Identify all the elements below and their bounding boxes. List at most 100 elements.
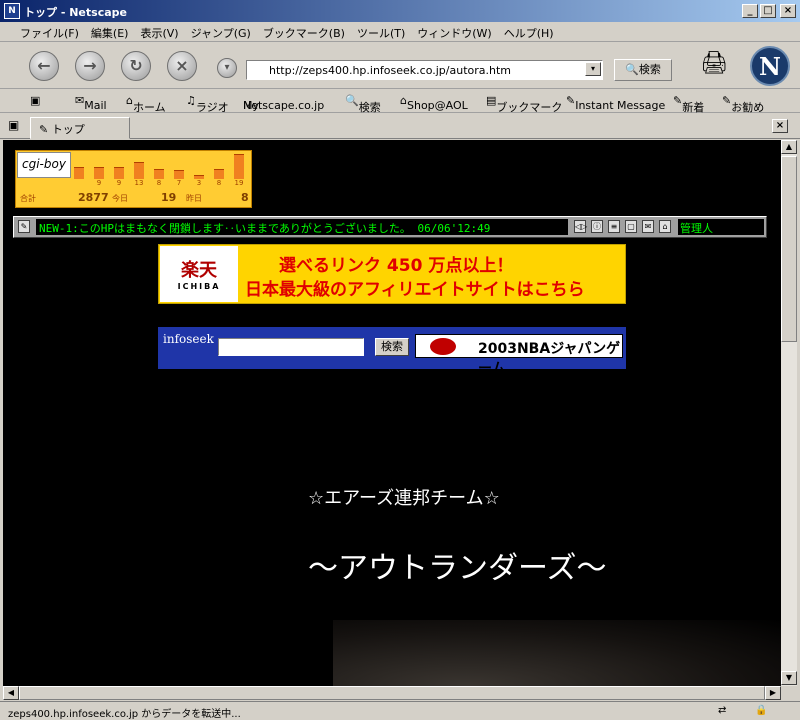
ticker-mail-icon[interactable]: ✉	[642, 220, 654, 233]
counter-yesterday-label: 昨日	[186, 194, 202, 203]
window-title: トップ - Netscape	[24, 6, 127, 19]
vertical-scroll-thumb[interactable]	[781, 156, 797, 342]
title-bar[interactable]: N トップ - Netscape _ □ ×	[0, 0, 800, 22]
scroll-up-button[interactable]: ▲	[781, 140, 797, 154]
scroll-left-button[interactable]: ◀	[3, 686, 19, 700]
counter-bar	[134, 162, 144, 179]
tab-top[interactable]: ✎ トップ	[30, 117, 130, 139]
minimize-button[interactable]: _	[742, 4, 758, 18]
ticker-text: NEW-1:このHPはまもなく閉鎖します‥いままでありがとうございました。 06…	[36, 219, 568, 235]
maximize-button[interactable]: □	[760, 4, 776, 18]
reload-button[interactable]: ↻	[121, 51, 151, 81]
ticker-home-icon[interactable]: ⌂	[659, 220, 671, 233]
counter-bar	[214, 169, 224, 179]
menu-help[interactable]: ヘルプ(H)	[504, 25, 554, 41]
scroll-right-button[interactable]: ▶	[765, 686, 781, 700]
scroll-down-button[interactable]: ▼	[781, 671, 797, 685]
search-button[interactable]: 🔍検索	[614, 59, 672, 81]
netscape-app-icon: N	[4, 3, 20, 19]
status-bar: zeps400.hp.infoseek.co.jp からデータを転送中... ⇄…	[0, 701, 800, 720]
horizontal-scrollbar[interactable]: ◀ ▶	[3, 686, 781, 700]
tab-bar: ▣ ✎ トップ ×	[0, 114, 800, 139]
counter-bar	[74, 167, 84, 179]
counter-bar-label: 19	[234, 179, 244, 187]
forward-button[interactable]: →	[75, 51, 105, 81]
nba-japan-game-banner[interactable]: 2003NBAジャパンゲーム	[415, 334, 623, 377]
bookmark-shop-aol[interactable]: ⌂ Shop@AOL	[400, 94, 468, 112]
bookmark-new[interactable]: ✎ 新着	[673, 94, 704, 114]
bookmark-radio[interactable]: ♫ ラジオ	[186, 94, 229, 114]
infoseek-search-button[interactable]: 検索	[375, 338, 409, 356]
ticker-arrows-icon[interactable]: ◁▷	[574, 220, 587, 233]
rakuten-line2: 日本最大級のアフィリエイトサイトはこちら	[245, 280, 585, 300]
rakuten-banner[interactable]: 楽天 ICHIBA 選べるリンク 450 万点以上！ 日本最大級のアフィリエイトサ…	[158, 244, 626, 304]
bookmark-search[interactable]: 🔍 検索	[345, 94, 381, 114]
access-counter: cgi-boy 9 9 13 8 7 3 8 19 合計 2877 今日 19 昨日 8	[15, 150, 252, 208]
infoseek-search-box: infoseek 検索 2003NBAジャパンゲーム	[158, 327, 626, 377]
bookmark-bookmarks[interactable]: ▤ ブックマーク	[486, 94, 562, 114]
counter-bar-label: 3	[196, 179, 202, 187]
team-heading: ☆エアーズ連邦チーム☆	[308, 488, 500, 509]
counter-bar	[94, 167, 104, 179]
status-text: zeps400.hp.infoseek.co.jp からデータを転送中...	[8, 709, 241, 720]
url-dropdown-button[interactable]: ▾	[585, 62, 601, 76]
horizontal-scroll-thumb[interactable]	[19, 686, 765, 700]
sidebar-toggle-icon[interactable]: ▣	[30, 94, 40, 107]
ticker-list-icon[interactable]: ≡	[608, 220, 620, 233]
menu-bar: ファイル(F) 編集(E) 表示(V) ジャンプ(G) ブックマーク(B) ツール(T) ウ…	[0, 22, 800, 42]
basketball-icon	[430, 338, 456, 355]
new-tab-icon[interactable]: ▣	[8, 118, 19, 132]
menu-view[interactable]: 表示(V)	[140, 25, 178, 41]
close-button[interactable]: ×	[780, 4, 796, 18]
personal-toolbar: ▣ ✉ Mail ⌂ ホーム ♫ ラジオ My Netscape.co.jp 🔍…	[0, 89, 800, 114]
close-tab-button[interactable]: ×	[772, 119, 788, 133]
ticker-admin-label[interactable]: 管理人	[678, 219, 764, 235]
outlanders-heading: ～アウトランダーズ～	[308, 551, 607, 586]
counter-yesterday-value: 8	[241, 191, 249, 204]
counter-bar-label: 9	[96, 179, 102, 187]
stop-icon: ×	[175, 56, 189, 75]
arrow-right-icon: →	[83, 56, 97, 75]
ticker-window-icon[interactable]: ▢	[625, 220, 637, 233]
history-dropdown-button[interactable]: ▾	[217, 58, 237, 78]
menu-edit[interactable]: 編集(E)	[91, 25, 129, 41]
news-ticker: ✎ NEW-1:このHPはまもなく閉鎖します‥いままでありがとうございました。 …	[13, 216, 767, 238]
counter-bar	[154, 169, 164, 179]
ticker-edit-icon[interactable]: ✎	[18, 220, 30, 233]
menu-file[interactable]: ファイル(F)	[20, 25, 79, 41]
netscape-logo[interactable]: N	[750, 46, 790, 86]
counter-bar-label: 9	[116, 179, 122, 187]
bookmark-recommend[interactable]: ✎ お勧め	[722, 94, 764, 114]
arrow-left-icon: ←	[37, 56, 51, 75]
back-button[interactable]: ←	[29, 51, 59, 81]
counter-today-label: 今日	[112, 194, 128, 203]
chevron-down-icon: ▾	[224, 62, 230, 73]
infoseek-search-input[interactable]	[218, 338, 364, 356]
counter-bar	[234, 154, 244, 179]
page-content: cgi-boy 9 9 13 8 7 3 8 19 合計 2877 今日 19 昨日 8 ✎ …	[3, 140, 781, 686]
url-input[interactable]: http://zeps400.hp.infoseek.co.jp/autora.…	[246, 60, 603, 80]
rakuten-line1: 選べるリンク 450 万点以上！	[279, 256, 514, 276]
magnifier-icon: 🔍	[625, 63, 639, 76]
infoseek-logo[interactable]: infoseek	[163, 332, 214, 346]
counter-today-value: 19	[161, 191, 177, 204]
counter-total-value: 2877	[78, 191, 109, 204]
cgiboy-logo: cgi-boy	[17, 152, 71, 178]
team-photo	[333, 620, 781, 686]
print-icon[interactable]: 🖨	[700, 51, 728, 76]
counter-bar	[114, 167, 124, 179]
menu-tools[interactable]: ツール(T)	[357, 25, 405, 41]
stop-button[interactable]: ×	[167, 51, 197, 81]
bookmark-home[interactable]: ⌂ ホーム	[126, 94, 166, 114]
menu-window[interactable]: ウィンドウ(W)	[417, 25, 491, 41]
counter-total-label: 合計	[20, 194, 36, 203]
menu-bookmarks[interactable]: ブックマーク(B)	[263, 25, 345, 41]
bookmark-mail[interactable]: ✉ Mail	[75, 94, 107, 112]
reload-icon: ↻	[129, 56, 143, 75]
counter-bar-label: 8	[216, 179, 222, 187]
ticker-info-icon[interactable]: ⓘ	[591, 220, 603, 233]
bookmark-instant-message[interactable]: ✎ Instant Message	[566, 94, 665, 112]
vertical-scrollbar[interactable]: ▲ ▼	[781, 140, 797, 686]
menu-go[interactable]: ジャンプ(G)	[191, 25, 251, 41]
security-lock-icon[interactable]: 🔒	[755, 705, 767, 716]
